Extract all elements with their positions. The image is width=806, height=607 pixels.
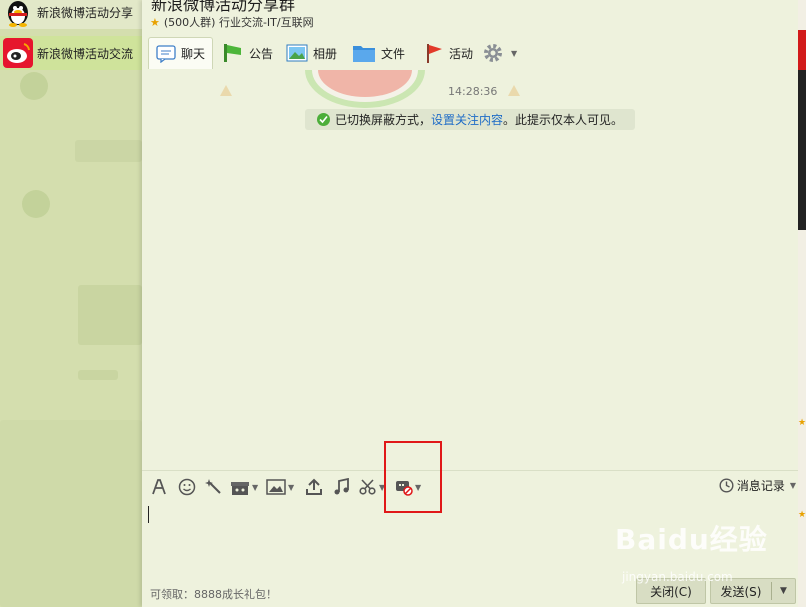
baidu-watermark-url: jingyan.baidu.com [622, 570, 733, 584]
chevron-down-icon: ▼ [789, 481, 796, 490]
history-label: 消息记录 [736, 479, 785, 493]
text-cursor [148, 506, 149, 523]
fruit-decoration [220, 85, 232, 96]
emoji-button[interactable] [178, 477, 196, 497]
group-info: ★ (500人群) 行业交流-IT/互联网 [150, 14, 314, 30]
settings-menu[interactable]: ▼ [482, 37, 517, 69]
contact-name: 新浪微博活动分享 [37, 5, 134, 20]
dark-panel [798, 70, 806, 230]
music-icon [334, 478, 349, 495]
watermelon-decoration [305, 70, 425, 108]
block-message-icon [396, 481, 413, 496]
tab-label: 文件 [381, 46, 406, 61]
clock-icon [719, 478, 734, 493]
fruit-decoration [508, 85, 520, 96]
chevron-down-icon: ▼ [511, 48, 518, 58]
tab-events[interactable]: 活动 [424, 37, 473, 69]
red-accent [798, 30, 806, 70]
image-icon [266, 479, 286, 495]
chat-window: 新浪微博活动分享群 ★ (500人群) 行业交流-IT/互联网 聊天 公告 相册… [142, 0, 798, 607]
upload-icon [306, 478, 322, 495]
check-circle-icon [317, 113, 330, 126]
blurred-content [20, 72, 48, 100]
chevron-down-icon[interactable]: ▼ [772, 586, 795, 596]
font-icon [152, 479, 166, 495]
gift-promo-text[interactable]: 可领取：8888成长礼包！ [150, 586, 277, 602]
announcement-flag-icon [224, 44, 241, 62]
tab-bar: 聊天 公告 相册 文件 活动 ▼ [148, 37, 788, 69]
music-button[interactable] [333, 477, 351, 497]
right-edge-panel: ★ ★ [798, 0, 806, 607]
star-icon: ★ [798, 510, 806, 520]
upload-button[interactable] [305, 477, 323, 497]
star-icon: ★ [798, 418, 806, 428]
tab-label: 公告 [249, 46, 274, 61]
blurred-content [0, 420, 142, 607]
tab-album[interactable]: 相册 [286, 37, 337, 69]
star-icon: ★ [150, 15, 160, 29]
blurred-content [22, 190, 50, 218]
photo-album-icon [286, 44, 308, 62]
event-flag-icon [427, 44, 442, 63]
blurred-content [78, 370, 118, 380]
tab-announcement[interactable]: 公告 [222, 37, 273, 69]
qq-penguin-icon [8, 1, 28, 27]
chat-bubble-icon [156, 44, 176, 63]
send-label: 发送(S) [720, 584, 762, 599]
gift-box-icon [231, 482, 249, 495]
tab-label: 聊天 [181, 47, 206, 61]
tab-files[interactable]: 文件 [352, 37, 405, 69]
message-area: 14:28:36 已切换屏蔽方式， 设置关注内容 。此提示仅本人可见。 [142, 70, 798, 470]
window-title: 新浪微博活动分享群 [151, 0, 296, 14]
notice-text: 已切换屏蔽方式， [335, 113, 432, 127]
image-button[interactable]: ▼ [266, 477, 294, 497]
gift-button[interactable]: ▼ [230, 477, 258, 497]
tab-label: 相册 [313, 46, 338, 61]
contact-name: 新浪微博活动交流 [37, 46, 134, 61]
chevron-down-icon: ▼ [415, 482, 422, 492]
block-messages-button[interactable]: ▼ [395, 477, 421, 497]
group-subtitle: (500人群) 行业交流-IT/互联网 [163, 16, 314, 29]
input-toolbar: ▼ ▼ ▼ ▼ 消息记录 ▼ [142, 441, 798, 513]
scissors-icon [359, 479, 376, 495]
system-notice: 已切换屏蔽方式， 设置关注内容 。此提示仅本人可见。 [305, 109, 635, 130]
tab-label: 活动 [449, 46, 474, 61]
screenshot-button[interactable]: ▼ [359, 477, 385, 497]
chevron-down-icon: ▼ [252, 482, 259, 492]
chevron-down-icon: ▼ [288, 482, 295, 492]
follow-settings-link[interactable]: 设置关注内容 [431, 111, 503, 128]
contact-list: 新浪微博活动分享 新浪微博活动交流 [0, 0, 142, 607]
gear-icon [484, 44, 502, 62]
folder-icon [353, 46, 375, 62]
contact-item[interactable]: 新浪微博活动分享 [0, 0, 142, 29]
message-timestamp: 14:28:36 [448, 85, 498, 98]
message-history-button[interactable]: 消息记录 ▼ [719, 477, 796, 494]
magic-wand-icon [205, 479, 221, 494]
contact-item[interactable]: 新浪微博活动交流 [0, 36, 142, 70]
blurred-content [78, 285, 142, 345]
font-button[interactable] [150, 477, 168, 497]
tab-chat[interactable]: 聊天 [148, 37, 214, 69]
emoji-icon [178, 478, 196, 496]
chevron-down-icon: ▼ [379, 482, 386, 492]
blurred-content [75, 140, 142, 162]
notice-text: 。此提示仅本人可见。 [503, 113, 624, 127]
magic-button[interactable] [205, 477, 223, 497]
weibo-logo-icon [3, 38, 33, 68]
baidu-watermark-logo: Baidu经验 [615, 523, 768, 556]
